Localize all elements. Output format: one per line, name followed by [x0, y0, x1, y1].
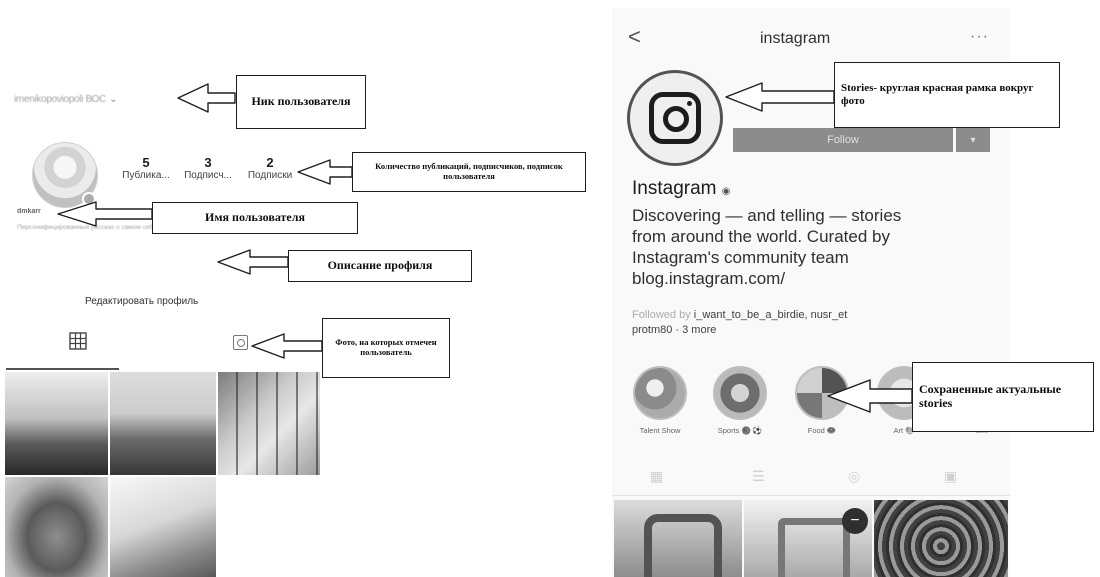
callout-name: Имя пользователя	[152, 202, 358, 234]
callout-counts: Количество публикаций, подписчиков, подп…	[352, 152, 586, 192]
arrow-highlights	[827, 379, 913, 413]
arrow-tagged	[251, 333, 323, 359]
arrow-description	[217, 249, 289, 275]
callout-nick: Ник пользователя	[236, 75, 366, 129]
callout-description: Описание профиля	[288, 250, 472, 282]
arrow-counts	[297, 159, 353, 185]
arrow-stories	[725, 82, 835, 112]
callout-tagged: Фото, на которых отмечен пользователь	[322, 318, 450, 378]
callout-highlights: Сохраненные актуальные stories	[912, 362, 1094, 432]
callout-stories: Stories- круглая красная рамка вокруг фо…	[834, 62, 1060, 128]
arrow-nick	[177, 83, 236, 113]
arrow-name	[57, 201, 153, 227]
